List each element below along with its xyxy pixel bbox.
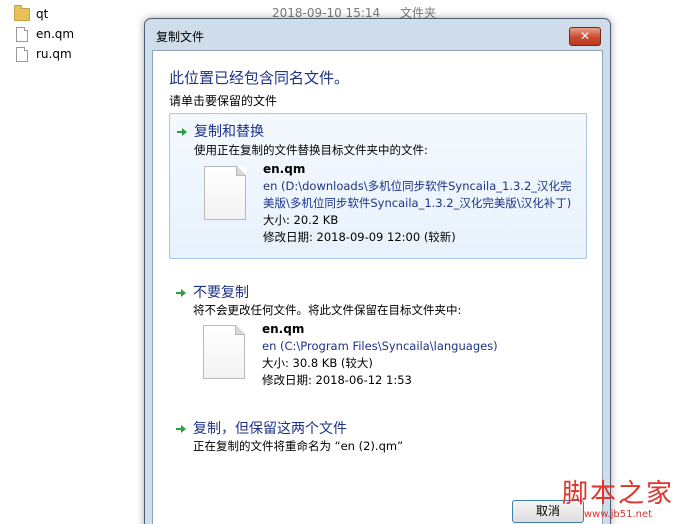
- option-title: 复制和替换: [194, 124, 264, 140]
- dialog-titlebar[interactable]: 复制文件 ✕: [145, 19, 610, 49]
- file-modified: 修改日期: 2018-09-09 12:00 (较新): [263, 230, 456, 244]
- file-path-continued: 美版\多机位同步软件Syncaila_1.3.2_汉化完美版\汉化补丁): [263, 196, 572, 210]
- file-name: en.qm: [263, 162, 306, 176]
- file-name: en.qm: [36, 27, 75, 41]
- file-modified: 修改日期: 2018-06-12 1:53: [262, 373, 412, 387]
- file-path: en (D:\downloads\多机位同步软件Syncaila_1.3.2_汉…: [263, 179, 572, 193]
- option-dont-copy[interactable]: 不要复制 将不会更改任何文件。将此文件保留在目标文件夹中: en.qm en (…: [169, 277, 585, 402]
- file-icon: [16, 46, 28, 62]
- option-title: 不要复制: [193, 285, 249, 301]
- file-path: en (C:\Program Files\Syncaila\languages): [262, 339, 498, 353]
- dialog-heading: 此位置已经包含同名文件。: [169, 69, 350, 87]
- dialog-subheading: 请单击要保留的文件: [169, 94, 278, 108]
- green-arrow-icon: [176, 289, 186, 297]
- dialog-content: 此位置已经包含同名文件。 请单击要保留的文件 复制和替换 使用正在复制的文件替换…: [152, 50, 603, 524]
- folder-icon: [14, 4, 30, 21]
- close-icon: ✕: [579, 29, 591, 43]
- file-icon: [203, 325, 245, 379]
- dialog-title: 复制文件: [156, 30, 205, 44]
- source-file-info: en.qm en (D:\downloads\多机位同步软件Syncaila_1…: [263, 161, 572, 246]
- file-icon: [16, 26, 28, 42]
- explorer-item-en-qm[interactable]: en.qm: [14, 25, 74, 43]
- destination-file-info: en.qm en (C:\Program Files\Syncaila\lang…: [262, 321, 498, 389]
- page: qt en.qm ru.qm 2018-09-10 15:14 文件夹 复制文件…: [0, 0, 682, 524]
- file-size: 大小: 30.8 KB (较大): [262, 356, 373, 370]
- file-name: ru.qm: [36, 47, 72, 61]
- explorer-item-ru-qm[interactable]: ru.qm: [14, 45, 72, 63]
- option-description: 正在复制的文件将重命名为 “en (2).qm”: [193, 439, 404, 453]
- option-keep-both[interactable]: 复制，但保留这两个文件 正在复制的文件将重命名为 “en (2).qm”: [169, 413, 585, 459]
- green-arrow-icon: [177, 128, 187, 136]
- close-button[interactable]: ✕: [569, 27, 601, 46]
- site-watermark: 脚本之家 www.jb51.net: [562, 479, 674, 520]
- option-description: 使用正在复制的文件替换目标文件夹中的文件:: [194, 143, 428, 157]
- option-title: 复制，但保留这两个文件: [193, 421, 347, 437]
- option-copy-and-replace[interactable]: 复制和替换 使用正在复制的文件替换目标文件夹中的文件: en.qm en (D:…: [169, 113, 587, 259]
- file-icon: [204, 166, 246, 220]
- file-name: en.qm: [262, 322, 305, 336]
- green-arrow-icon: [176, 425, 186, 433]
- watermark-url: www.jb51.net: [583, 509, 653, 520]
- watermark-text: 脚本之家: [561, 479, 674, 509]
- explorer-item-qt[interactable]: qt: [14, 4, 49, 23]
- file-name: qt: [36, 7, 49, 21]
- file-size: 大小: 20.2 KB: [263, 213, 339, 227]
- copy-file-dialog: 复制文件 ✕ 此位置已经包含同名文件。 请单击要保留的文件 复制和替换 使用正在…: [144, 18, 611, 524]
- option-description: 将不会更改任何文件。将此文件保留在目标文件夹中:: [193, 303, 462, 317]
